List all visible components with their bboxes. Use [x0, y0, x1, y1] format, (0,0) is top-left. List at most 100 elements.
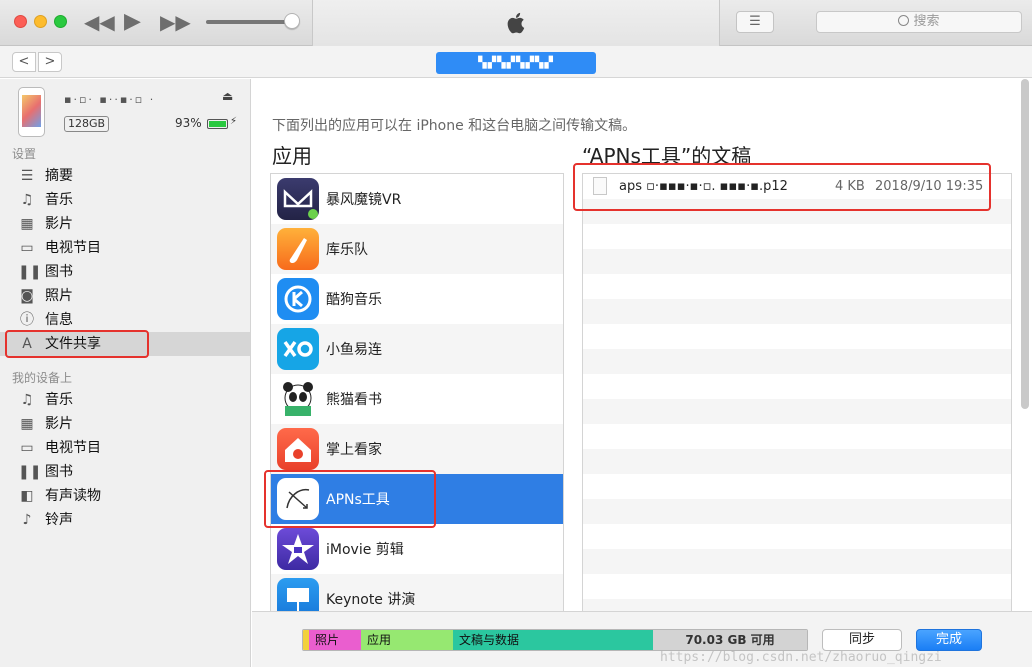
list-item-app[interactable]: 小鱼易连: [271, 324, 563, 374]
battery-percent: 93%: [175, 116, 202, 130]
toolbar: ◀◀ ▶ ▶▶ ☰ 搜索: [0, 0, 1032, 46]
navigation-bar: < > ▚▞▚▞▚▞▚▞: [0, 46, 1032, 78]
sidebar-item-label: 摘要: [45, 168, 73, 184]
list-item-app[interactable]: iMovie 剪辑: [271, 524, 563, 574]
storage-segment-apps: 应用: [361, 630, 453, 650]
sidebar-item-info[interactable]: ⓘ 信息: [0, 308, 250, 332]
book-icon: ❚❚: [18, 464, 42, 480]
search-placeholder: 搜索: [913, 14, 940, 29]
sync-button[interactable]: 同步: [822, 629, 902, 651]
list-item-app[interactable]: 熊猫看书: [271, 374, 563, 424]
file-sharing-description: 下面列出的应用可以在 iPhone 和这台电脑之间传输文稿。: [272, 118, 637, 134]
storage-segment-documents: 文稿与数据: [453, 630, 653, 650]
sidebar-item-tv-shows[interactable]: ▭ 电视节目: [0, 236, 250, 260]
iphone-icon: [18, 87, 45, 137]
storage-free: 70.03 GB 可用: [653, 630, 807, 650]
list-view-button[interactable]: ☰: [736, 11, 774, 33]
highlight-box: [5, 330, 149, 358]
kugou-icon: [277, 278, 319, 320]
list-item-app[interactable]: Keynote 讲演: [271, 574, 563, 613]
my-device-header: 我的设备上: [12, 371, 73, 385]
search-input[interactable]: 搜索: [816, 11, 1022, 33]
sidebar-item-device-books[interactable]: ❚❚ 图书: [0, 460, 250, 484]
sidebar-item-label: 电视节目: [45, 440, 101, 456]
sidebar-item-label: 影片: [45, 216, 73, 232]
sidebar-item-device-music[interactable]: ♫ 音乐: [0, 388, 250, 412]
settings-header: 设置: [12, 147, 37, 161]
app-label: 小鱼易连: [326, 342, 382, 358]
music-icon: ♫: [20, 192, 34, 208]
camera-icon: ◙: [20, 288, 34, 304]
sidebar-item-label: 音乐: [45, 192, 73, 208]
sidebar-item-music[interactable]: ♫ 音乐: [0, 188, 250, 212]
highlight-box: [264, 470, 436, 528]
apps-title: 应用: [272, 144, 312, 168]
list-item-app[interactable]: 库乐队: [271, 224, 563, 274]
bottom-bar: 照片 应用 文稿与数据 70.03 GB 可用 同步 完成 https://bl…: [252, 611, 1032, 667]
home-cam-icon: [277, 428, 319, 470]
apps-list[interactable]: 暴风魔镜VR 库乐队 酷狗音乐 小鱼易连 熊猫看书 掌上看家 APNs工具 iM…: [270, 173, 564, 613]
summary-icon: ☰: [20, 168, 34, 184]
close-window-button[interactable]: [14, 15, 27, 28]
tv-icon: ▭: [20, 440, 34, 456]
watermark: https://blog.csdn.net/zhaoruo_qingzi: [660, 650, 942, 665]
list-item-app[interactable]: 酷狗音乐: [271, 274, 563, 324]
sidebar-item-device-tv-shows[interactable]: ▭ 电视节目: [0, 436, 250, 460]
sidebar-item-label: 铃声: [45, 512, 73, 528]
audiobook-icon: ◧: [20, 488, 34, 504]
forward-button[interactable]: >: [38, 52, 62, 72]
sidebar-item-device-tones[interactable]: ♪ 铃声: [0, 508, 250, 532]
sidebar-item-label: 影片: [45, 416, 73, 432]
sidebar-item-device-movies[interactable]: ▦ 影片: [0, 412, 250, 436]
sidebar-item-photos[interactable]: ◙ 照片: [0, 284, 250, 308]
bell-icon: ♪: [22, 512, 32, 528]
storage-bar: 照片 应用 文稿与数据 70.03 GB 可用: [302, 629, 808, 651]
sidebar-item-label: 电视节目: [45, 240, 101, 256]
imovie-icon: [277, 528, 319, 570]
film-icon: ▦: [20, 416, 34, 432]
sidebar-item-label: 照片: [45, 288, 73, 304]
highlight-box: [573, 163, 991, 211]
sidebar-item-summary[interactable]: ☰ 摘要: [0, 164, 250, 188]
device-tab[interactable]: ▚▞▚▞▚▞▚▞: [436, 52, 596, 74]
play-icon[interactable]: ▶: [124, 10, 141, 34]
sidebar-item-device-audiobooks[interactable]: ◧ 有声读物: [0, 484, 250, 508]
volume-slider-knob[interactable]: [284, 13, 300, 29]
baofeng-vr-icon: [277, 178, 319, 220]
storage-segment-photos: 照片: [309, 630, 361, 650]
keynote-icon: [277, 578, 319, 613]
app-label: 暴风魔镜VR: [326, 192, 402, 208]
done-button[interactable]: 完成: [916, 629, 982, 651]
zoom-window-button[interactable]: [54, 15, 67, 28]
app-label: 酷狗音乐: [326, 292, 382, 308]
app-label: Keynote 讲演: [326, 592, 416, 608]
fast-forward-icon[interactable]: ▶▶: [160, 10, 191, 34]
app-label: 掌上看家: [326, 442, 382, 458]
book-icon: ❚❚: [18, 264, 42, 280]
search-icon: [898, 15, 910, 26]
documents-list[interactable]: aps ▫·▪▪▪·▪·▫. ▪▪▪·▪.p12 4 KB 2018/9/10 …: [582, 173, 1012, 613]
list-item-app[interactable]: 掌上看家: [271, 424, 563, 474]
eject-icon[interactable]: ⏏: [222, 89, 233, 103]
sidebar-item-label: 有声读物: [45, 488, 101, 504]
device-name[interactable]: ▪·▫· ▪··▪·▫ ·: [64, 93, 155, 106]
status-display: [312, 0, 720, 46]
info-icon: ⓘ: [20, 312, 34, 328]
battery-icon: [207, 119, 228, 129]
list-item-app[interactable]: 暴风魔镜VR: [271, 174, 563, 224]
sidebar-item-label: 图书: [45, 264, 73, 280]
xiaoyu-icon: [277, 328, 319, 370]
sidebar-item-movies[interactable]: ▦ 影片: [0, 212, 250, 236]
minimize-window-button[interactable]: [34, 15, 47, 28]
sidebar: ▪·▫· ▪··▪·▫ · ⏏ 128GB 93% ⚡ 设置 ☰ 摘要 ♫ 音乐…: [0, 79, 251, 667]
sidebar-item-books[interactable]: ❚❚ 图书: [0, 260, 250, 284]
scrollbar[interactable]: [1021, 79, 1029, 409]
back-button[interactable]: <: [12, 52, 36, 72]
apple-logo-icon: [507, 12, 525, 34]
app-label: 库乐队: [326, 242, 368, 258]
film-icon: ▦: [20, 216, 34, 232]
sidebar-item-label: 信息: [45, 312, 73, 328]
app-label: iMovie 剪辑: [326, 542, 404, 558]
rewind-icon[interactable]: ◀◀: [84, 10, 115, 34]
volume-slider[interactable]: [206, 20, 292, 24]
